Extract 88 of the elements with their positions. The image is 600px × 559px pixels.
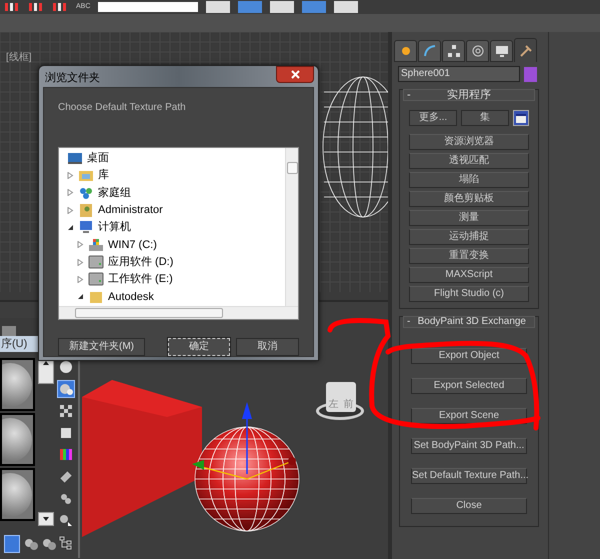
horizontal-scrollbar[interactable] xyxy=(59,306,298,318)
collapsed-triangle-icon[interactable] xyxy=(67,172,74,179)
utility-button[interactable]: 更多... xyxy=(409,110,457,126)
collapsed-triangle-icon[interactable] xyxy=(77,258,84,266)
utility-button[interactable]: 测量 xyxy=(409,210,529,226)
utilities-icon xyxy=(518,42,534,58)
spheres-icon xyxy=(24,537,38,551)
tool-icon[interactable] xyxy=(4,2,20,12)
collapsed-triangle-icon[interactable] xyxy=(77,276,84,283)
folder-label[interactable]: 应用软件 (D:) xyxy=(108,254,174,270)
utility-button[interactable]: 资源浏览器 xyxy=(409,134,529,150)
dialog-title: 浏览文件夹 xyxy=(45,70,100,86)
selection-field[interactable] xyxy=(98,2,198,12)
utility-button[interactable]: 透视匹配 xyxy=(409,153,529,169)
tree-icon xyxy=(58,535,74,551)
material-tool-button[interactable] xyxy=(57,402,75,420)
sample-slot[interactable] xyxy=(0,358,35,411)
drive-icon xyxy=(88,271,104,288)
folder-label[interactable]: Administrator xyxy=(98,202,163,218)
window-icon xyxy=(516,114,526,122)
collapsed-triangle-icon[interactable] xyxy=(77,241,84,248)
computer-icon xyxy=(78,219,94,236)
utility-button[interactable]: Close xyxy=(411,498,527,514)
collapsed-triangle-icon[interactable] xyxy=(67,189,74,196)
sphere-icon xyxy=(58,359,74,375)
spheres-icon xyxy=(42,537,56,551)
dialog-button[interactable]: 取消 xyxy=(236,338,299,356)
object-name-field[interactable]: Sphere001 xyxy=(398,66,520,82)
utility-button[interactable]: Flight Studio (c) xyxy=(409,286,529,302)
dialog-button[interactable]: 新建文件夹(M) xyxy=(58,338,145,356)
utility-button[interactable]: MAXScript xyxy=(409,267,529,283)
modify-icon xyxy=(422,43,438,59)
viewport-label[interactable]: [线框] xyxy=(6,50,32,65)
utility-button[interactable]: 颜色剪贴板 xyxy=(409,191,529,207)
folder-label[interactable]: 桌面 xyxy=(87,150,109,166)
folder-label[interactable]: Autodesk xyxy=(108,288,154,306)
tool-icon[interactable] xyxy=(28,2,44,12)
rollout-header[interactable]: - BodyPaint 3D Exchange xyxy=(403,316,535,328)
dialog-button[interactable]: 确定 xyxy=(168,338,230,356)
utility-button[interactable]: 重置变换 xyxy=(409,248,529,264)
collapsed-triangle-icon[interactable] xyxy=(67,206,74,214)
panel-tab[interactable] xyxy=(514,38,537,62)
rollout-header[interactable]: - 实用程序 xyxy=(403,89,535,101)
close-icon xyxy=(290,70,300,79)
sample-slot[interactable] xyxy=(0,468,35,521)
folder-label[interactable]: 家庭组 xyxy=(98,184,131,202)
panel-tab[interactable] xyxy=(490,40,513,62)
utility-button[interactable]: 集 xyxy=(461,110,509,126)
utility-button[interactable]: Export Object xyxy=(411,348,527,364)
vertical-scrollbar[interactable] xyxy=(285,148,298,306)
system-drive-icon xyxy=(88,236,104,253)
display-icon xyxy=(494,43,510,59)
spheres-cursor-icon xyxy=(58,513,74,529)
panel-tab[interactable] xyxy=(466,40,489,62)
sets-button[interactable] xyxy=(513,110,529,126)
expanded-triangle-icon[interactable] xyxy=(77,293,84,300)
folder-label[interactable]: WIN7 (C:) xyxy=(108,236,157,254)
square-icon xyxy=(58,425,74,441)
material-tool-button[interactable] xyxy=(57,358,75,376)
panel-tab[interactable] xyxy=(394,40,417,62)
panel-tab[interactable] xyxy=(442,40,465,62)
utility-button[interactable]: 运动捕捉 xyxy=(409,229,529,245)
down-arrow-icon xyxy=(43,517,49,521)
utility-button[interactable]: Export Selected xyxy=(411,378,527,394)
desktop-icon xyxy=(67,150,83,166)
object-color-swatch[interactable] xyxy=(524,66,537,82)
utility-button[interactable]: 塌陷 xyxy=(409,172,529,188)
folder-label[interactable]: 计算机 xyxy=(98,219,131,236)
checker-icon xyxy=(58,403,74,419)
folder-label[interactable]: 库 xyxy=(98,167,109,184)
spheres-icon xyxy=(58,491,74,507)
tool-icon[interactable] xyxy=(52,2,68,12)
drive-icon xyxy=(88,254,104,270)
user-icon xyxy=(78,202,94,218)
motion-icon xyxy=(470,43,486,59)
expanded-triangle-icon[interactable] xyxy=(67,224,74,231)
utility-button[interactable]: Set Default Texture Path... xyxy=(411,468,527,484)
utility-button[interactable]: Set BodyPaint 3D Path... xyxy=(411,438,527,454)
panel-tab[interactable] xyxy=(418,40,441,62)
dialog-prompt: Choose Default Texture Path xyxy=(58,100,187,114)
utility-button[interactable]: Export Scene xyxy=(411,408,527,424)
scroll-down-button[interactable] xyxy=(38,512,54,526)
close-button[interactable] xyxy=(276,66,314,83)
sample-slot[interactable] xyxy=(0,413,35,466)
color-bars-icon xyxy=(58,447,74,463)
menu-item[interactable]: 序(U) xyxy=(1,336,28,352)
hierarchy-icon xyxy=(446,43,462,59)
folder-label[interactable]: 工作软件 (E:) xyxy=(108,271,173,288)
